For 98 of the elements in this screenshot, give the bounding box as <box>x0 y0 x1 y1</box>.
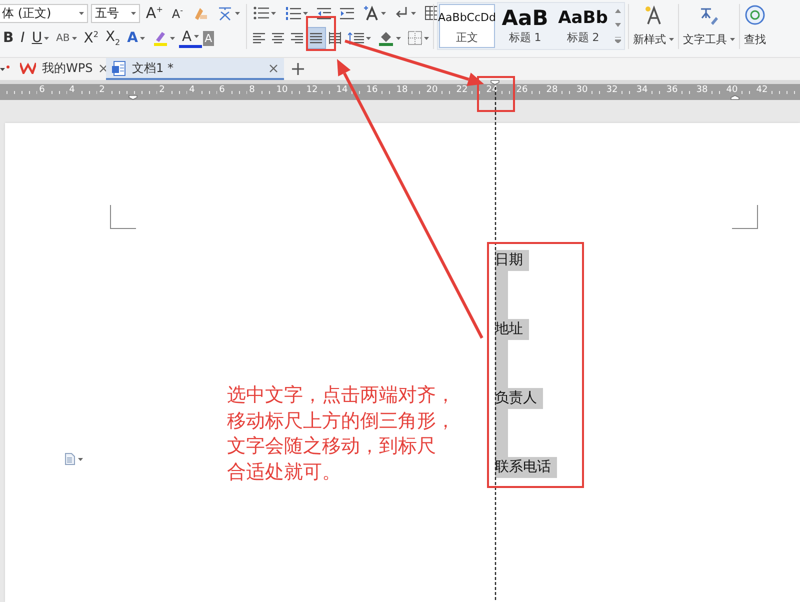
caret-icon[interactable] <box>194 35 199 38</box>
ruler-number: 28 <box>544 85 560 95</box>
menu-caret-icon[interactable] <box>0 65 10 73</box>
ruler-number: 6 <box>217 85 227 95</box>
new-tab-icon[interactable] <box>292 63 304 75</box>
bullet-list-icon[interactable] <box>253 6 269 20</box>
return-arrow-icon[interactable] <box>395 6 409 20</box>
ruler-number: 26 <box>514 85 530 95</box>
style-option[interactable]: AaBb 标题 2 <box>555 4 611 48</box>
margin-corner-mark <box>732 205 758 229</box>
ruler-number: 22 <box>454 85 470 95</box>
style-label: 标题 2 <box>566 30 600 45</box>
font-size-field[interactable]: 五号 <box>90 4 140 22</box>
decrease-indent-icon[interactable] <box>317 6 331 20</box>
align-justify-button[interactable] <box>307 28 325 48</box>
bold-button[interactable]: B <box>0 28 17 48</box>
caret-icon[interactable] <box>271 12 276 14</box>
caret-icon[interactable] <box>78 12 84 14</box>
superscript-button[interactable]: X$^{2}$ <box>80 28 102 48</box>
text-effect-button[interactable]: A <box>124 28 148 48</box>
scroll-down-icon[interactable] <box>615 23 621 27</box>
align-center-icon <box>272 32 284 44</box>
document-tab[interactable]: 文档1 * <box>106 58 284 80</box>
ruler-number: 12 <box>304 85 320 95</box>
ruler-number: 2 <box>97 85 107 95</box>
style-option[interactable]: AaBbCcDd 正文 <box>439 4 495 48</box>
caret-icon[interactable] <box>235 12 240 14</box>
font-name-field[interactable]: 体 (正文) <box>0 4 88 22</box>
annotation-note: 选中文字，点击两端对齐， 移动标尺上方的倒三角形， 文字会随之移动，到标尺 合适处就可。 <box>227 383 455 484</box>
caret-icon[interactable] <box>424 36 429 40</box>
tab-stop-marker-icon[interactable] <box>490 80 500 85</box>
style-label: 正文 <box>456 30 478 45</box>
ruler-number: 20 <box>424 85 440 95</box>
caret-icon[interactable] <box>72 36 77 40</box>
ruler-number: 4 <box>187 85 197 95</box>
ruler-number: 8 <box>247 85 257 95</box>
ruler-number: 42 <box>754 85 770 95</box>
expand-gallery-icon[interactable] <box>615 37 621 43</box>
paint-bucket-icon[interactable] <box>378 30 394 46</box>
grow-font-button[interactable]: A$^{+}$ <box>142 3 166 23</box>
letter-plus-icon[interactable] <box>363 5 379 21</box>
caret-icon[interactable] <box>78 458 83 460</box>
align-distributed-icon <box>329 32 341 44</box>
find-button[interactable]: 查找 <box>743 2 767 49</box>
style-preview: AaBbCcDd <box>438 10 496 26</box>
border-icon[interactable] <box>408 31 422 45</box>
ruler-number: 40 <box>724 85 740 95</box>
style-preview: AaBb <box>558 7 608 29</box>
ruler-number: 18 <box>394 85 410 95</box>
strikethrough-button[interactable]: AB <box>53 28 80 48</box>
close-icon[interactable] <box>269 64 278 72</box>
ruler-number: 2 <box>157 85 167 95</box>
scroll-up-icon[interactable] <box>615 9 621 13</box>
ruler-number: 38 <box>694 85 710 95</box>
italic-button[interactable]: I <box>18 28 28 48</box>
align-right-icon <box>291 32 303 44</box>
new-style-button[interactable]: 新样式 <box>632 2 675 49</box>
caret-icon[interactable] <box>303 12 308 14</box>
text-tools-button[interactable]: 文字工具 <box>682 2 736 49</box>
style-option[interactable]: AaB 标题 1 <box>497 4 553 48</box>
close-icon[interactable] <box>98 64 108 72</box>
ruler-number: 36 <box>664 85 680 95</box>
subscript-button[interactable]: X$_{2}$ <box>102 28 124 48</box>
style-preview: AaB <box>502 7 548 29</box>
caret-icon[interactable] <box>130 12 136 14</box>
align-left-icon <box>253 32 265 44</box>
caret-icon[interactable] <box>381 12 386 14</box>
line-spacing-icon[interactable] <box>348 32 364 44</box>
style-label: 标题 1 <box>508 30 542 45</box>
document-tab[interactable]: 我的WPS <box>14 58 106 80</box>
annotation-frame <box>306 16 336 51</box>
caret-icon[interactable] <box>140 36 145 40</box>
caret-icon[interactable] <box>730 38 735 41</box>
logo-icon <box>20 62 36 74</box>
caret-icon[interactable] <box>366 36 371 40</box>
underline-button[interactable]: U <box>28 28 52 48</box>
ruler-number: 32 <box>604 85 620 95</box>
ruler-number: 10 <box>274 85 290 95</box>
document-icon <box>112 60 126 76</box>
ruler-number: 30 <box>574 85 590 95</box>
ruler-number: 16 <box>364 85 380 95</box>
document-icon[interactable] <box>65 453 75 465</box>
numbered-list-icon[interactable] <box>285 6 301 20</box>
annotation-frame <box>477 76 515 112</box>
ruler-number: 34 <box>634 85 650 95</box>
caret-icon[interactable] <box>396 36 401 40</box>
align-justify-icon <box>310 32 322 44</box>
ruler-number: 4 <box>67 85 77 95</box>
highlighter-icon[interactable] <box>152 30 168 46</box>
increase-indent-icon[interactable] <box>340 6 354 20</box>
ruler-number: 14 <box>334 85 350 95</box>
caret-icon[interactable] <box>170 36 175 40</box>
caret-icon[interactable] <box>669 38 674 41</box>
caret-icon[interactable] <box>411 12 416 14</box>
shrink-font-button[interactable]: A$^{-}$ <box>168 3 186 23</box>
caret-icon[interactable] <box>44 36 50 40</box>
ruler-number: 6 <box>37 85 47 95</box>
margin-corner-mark <box>110 205 136 229</box>
